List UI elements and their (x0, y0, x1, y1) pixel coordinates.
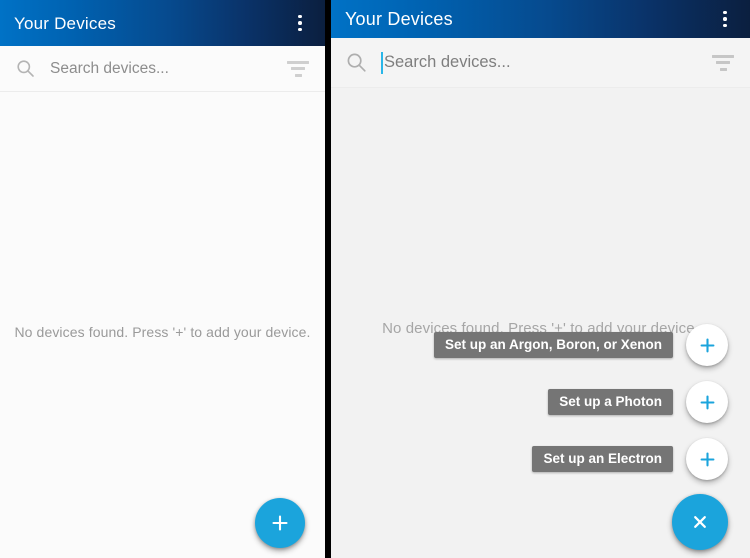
dot (298, 27, 302, 32)
screenshot-right-expanded: Your Devices Search devices... No device… (331, 0, 750, 558)
dot (298, 21, 302, 25)
speed-dial-mini-fab[interactable] (686, 381, 728, 423)
search-bar: Search devices... (0, 46, 325, 92)
speed-dial-item-electron[interactable]: Set up an Electron (532, 438, 728, 480)
bar (294, 73, 302, 77)
add-device-fab[interactable] (255, 498, 305, 548)
speed-dial-mini-fab[interactable] (686, 324, 728, 366)
speed-dial-item-argon-boron-xenon[interactable]: Set up an Argon, Boron, or Xenon (434, 324, 728, 366)
close-icon (694, 516, 706, 528)
speed-dial-menu: Set up an Argon, Boron, or Xenon Set up … (434, 324, 728, 480)
device-list-area: No devices found. Press '+' to add your … (331, 88, 750, 558)
search-bar: Search devices... (331, 38, 750, 88)
filter-list-icon[interactable] (285, 56, 311, 82)
speed-dial-mini-fab[interactable] (686, 438, 728, 480)
plus-icon (700, 452, 714, 466)
plus-icon (700, 395, 714, 409)
plus-icon (272, 515, 288, 531)
comparison-stage: Your Devices Search devices... No device… (0, 0, 750, 558)
bar (291, 67, 305, 70)
app-bar: Your Devices (331, 0, 750, 38)
bar (287, 60, 309, 64)
search-input[interactable]: Search devices... (38, 46, 285, 91)
more-vert-icon[interactable] (712, 2, 738, 36)
speed-dial-label: Set up a Photon (548, 388, 673, 416)
empty-state-message: No devices found. Press '+' to add your … (14, 324, 311, 340)
speed-dial-label: Set up an Argon, Boron, or Xenon (434, 331, 673, 359)
search-input[interactable]: Search devices... (369, 38, 710, 87)
more-vert-icon[interactable] (287, 6, 313, 40)
dot (723, 10, 727, 15)
plus-icon (700, 338, 714, 352)
screenshot-left-collapsed: Your Devices Search devices... No device… (0, 0, 325, 558)
search-icon (343, 50, 369, 76)
speed-dial-item-photon[interactable]: Set up a Photon (548, 381, 728, 423)
search-placeholder: Search devices... (384, 53, 511, 71)
page-title: Your Devices (345, 9, 453, 29)
bar (719, 67, 727, 71)
search-icon (12, 56, 38, 82)
dot (723, 17, 727, 21)
speed-dial-label: Set up an Electron (532, 445, 673, 473)
device-list-area: No devices found. Press '+' to add your … (0, 92, 325, 558)
bar (716, 61, 730, 64)
dot (723, 23, 727, 28)
bar (712, 54, 734, 58)
close-speed-dial-fab[interactable] (672, 494, 728, 550)
search-placeholder: Search devices... (50, 59, 169, 77)
dot (298, 14, 302, 19)
page-title: Your Devices (14, 13, 116, 33)
filter-list-icon[interactable] (710, 50, 736, 76)
app-bar: Your Devices (0, 0, 325, 46)
text-caret (381, 51, 383, 74)
